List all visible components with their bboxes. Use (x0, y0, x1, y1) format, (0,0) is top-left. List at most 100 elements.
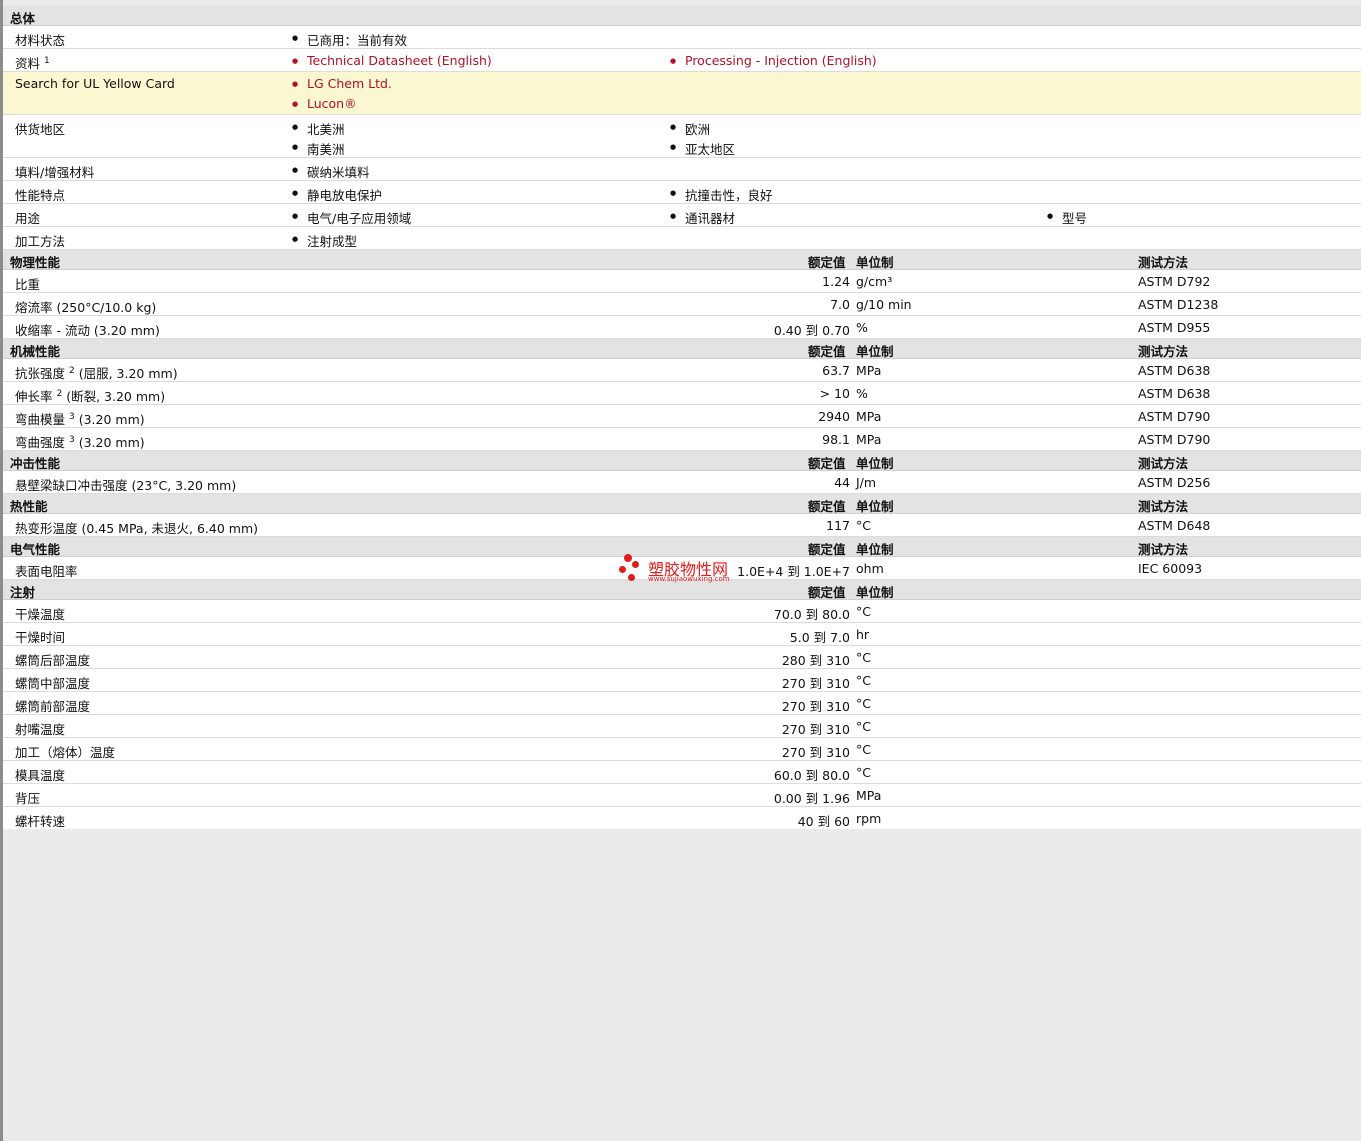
test-method: ASTM D790 (1138, 432, 1211, 447)
footnote-ref: 2 (56, 388, 63, 399)
property-label: 加工（熔体）温度 (15, 745, 116, 760)
table-row: 收缩率 - 流动 (3.20 mm) 0.40 到 0.70 % ASTM D9… (3, 316, 1361, 339)
footnote-ref: 2 (69, 365, 75, 376)
table-row: 螺筒后部温度 280 到 310 °C (3, 646, 1361, 669)
footnote-ref: 3 (69, 434, 75, 445)
logo-dot-icon (628, 574, 635, 581)
header-nominal: 额定值 (808, 542, 846, 557)
test-method: IEC 60093 (1138, 561, 1203, 576)
row-label: 用途 (15, 211, 41, 226)
section-thermal: 热性能 额定值 单位制 测试方法 (3, 494, 1361, 514)
link-lucon[interactable]: Lucon® (292, 96, 356, 111)
property-value: 270 到 310 (781, 722, 850, 737)
row-ul-yellow-card: Search for UL Yellow Card LG Chem Ltd. L… (3, 72, 1361, 115)
link-technical-datasheet[interactable]: Technical Datasheet (English) (292, 53, 492, 68)
property-unit: rpm (856, 811, 882, 826)
property-unit: MPa (856, 363, 882, 378)
property-unit: g/cm³ (856, 274, 893, 289)
header-nominal: 额定值 (808, 456, 846, 471)
section-title: 热性能 (10, 499, 48, 514)
table-row: 悬壁梁缺口冲击强度 (23°C, 3.20 mm) 44 J/m ASTM D2… (3, 471, 1361, 494)
logo-dot-icon (619, 566, 626, 573)
property-label: 收缩率 - 流动 (3.20 mm) (15, 323, 160, 338)
header-method: 测试方法 (1138, 542, 1189, 557)
row-filler: 填料/增强材料 碳纳米填料 (3, 158, 1361, 181)
section-physical: 物理性能 额定值 单位制 测试方法 (3, 250, 1361, 270)
header-nominal: 额定值 (808, 344, 846, 359)
table-row: 射嘴温度 270 到 310 °C (3, 715, 1361, 738)
property-unit: MPa (856, 409, 882, 424)
property-value: 270 到 310 (781, 699, 850, 714)
list-item: 通讯器材 (670, 208, 735, 227)
section-impact: 冲击性能 额定值 单位制 测试方法 (3, 451, 1361, 471)
table-row: 螺筒前部温度 270 到 310 °C (3, 692, 1361, 715)
property-label: 比重 (15, 277, 41, 292)
property-label: 弯曲模量 3 (3.20 mm) (15, 411, 145, 427)
list-item: 型号 (1047, 208, 1087, 227)
watermark-url: www.sujiaowuxing.com (648, 575, 730, 583)
property-label: 螺筒后部温度 (15, 653, 91, 668)
table-row: 模具温度 60.0 到 80.0 °C (3, 761, 1361, 784)
row-features: 性能特点 静电放电保护 抗撞击性，良好 (3, 181, 1361, 204)
property-label: 背压 (15, 791, 41, 806)
list-item: 南美洲 (292, 139, 344, 158)
property-label: 螺筒中部温度 (15, 676, 91, 691)
property-label: 热变形温度 (0.45 MPa, 未退火, 6.40 mm) (15, 521, 259, 536)
table-row: 热变形温度 (0.45 MPa, 未退火, 6.40 mm) 117 °C AS… (3, 514, 1361, 537)
table-row: 干燥时间 5.0 到 7.0 hr (3, 623, 1361, 646)
property-label: 伸长率 2 (断裂, 3.20 mm) (15, 388, 166, 404)
property-unit: MPa (856, 788, 882, 803)
row-label: 供货地区 (15, 122, 66, 137)
property-label: 螺杆转速 (15, 814, 66, 829)
property-unit: g/10 min (856, 297, 912, 312)
row-regions: 供货地区 北美洲 欧洲 南美洲 亚太地区 (3, 115, 1361, 158)
list-item: 北美洲 (292, 119, 344, 138)
property-value: 7.0 (830, 297, 850, 312)
property-value: 1.24 (822, 274, 850, 289)
property-label: 弯曲强度 3 (3.20 mm) (15, 434, 145, 450)
link-lg-chem[interactable]: LG Chem Ltd. (292, 76, 392, 91)
row-processing-method: 加工方法 注射成型 (3, 227, 1361, 250)
list-item: 亚太地区 (670, 139, 735, 158)
logo-dot-icon (624, 554, 632, 562)
property-unit: °C (856, 673, 871, 688)
property-unit: °C (856, 742, 871, 757)
row-documents: 资料 1 Technical Datasheet (English) Proce… (3, 49, 1361, 72)
property-label: 熔流率 (250°C/10.0 kg) (15, 300, 157, 315)
property-value: 44 (834, 475, 850, 490)
header-method: 测试方法 (1138, 456, 1189, 471)
property-value: 280 到 310 (781, 653, 850, 668)
header-method: 测试方法 (1138, 499, 1189, 514)
property-label: 悬壁梁缺口冲击强度 (23°C, 3.20 mm) (15, 478, 237, 493)
list-item: 注射成型 (292, 231, 357, 250)
property-label: 射嘴温度 (15, 722, 66, 737)
row-label: 加工方法 (15, 234, 66, 249)
property-value: 60.0 到 80.0 (773, 768, 850, 783)
table-row: 螺筒中部温度 270 到 310 °C (3, 669, 1361, 692)
header-unit: 单位制 (856, 499, 894, 514)
table-row: 熔流率 (250°C/10.0 kg) 7.0 g/10 min ASTM D1… (3, 293, 1361, 316)
property-unit: ohm (856, 561, 884, 576)
row-label: 资料 1 (15, 55, 50, 71)
test-method: ASTM D792 (1138, 274, 1211, 289)
list-item: 已商用：当前有效 (292, 30, 407, 49)
property-value: 40 到 60 (797, 814, 850, 829)
test-method: ASTM D638 (1138, 363, 1211, 378)
property-unit: °C (856, 696, 871, 711)
link-processing-injection[interactable]: Processing - Injection (English) (670, 53, 877, 68)
section-title: 注射 (10, 585, 36, 600)
header-unit: 单位制 (856, 344, 894, 359)
section-title: 机械性能 (10, 344, 61, 359)
test-method: ASTM D638 (1138, 386, 1211, 401)
footnote-ref: 1 (44, 55, 50, 66)
section-title: 物理性能 (10, 255, 61, 270)
header-unit: 单位制 (856, 456, 894, 471)
section-general: 总体 (3, 6, 1361, 26)
property-value: 270 到 310 (781, 745, 850, 760)
property-value: 5.0 到 7.0 (789, 630, 850, 645)
header-unit: 单位制 (856, 585, 894, 600)
header-method: 测试方法 (1138, 255, 1189, 270)
table-row: 干燥温度 70.0 到 80.0 °C (3, 600, 1361, 623)
section-title: 冲击性能 (10, 456, 61, 471)
property-unit: °C (856, 604, 871, 619)
